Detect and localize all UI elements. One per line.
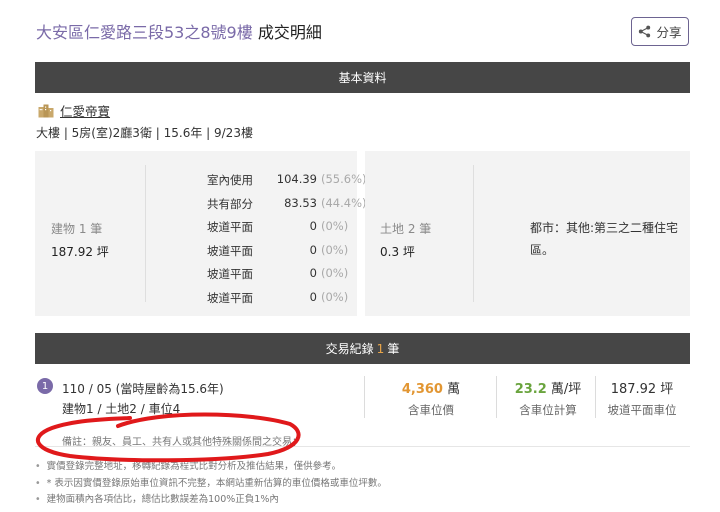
title-suffix: 成交明細: [257, 23, 322, 42]
transactions-header-suffix: 筆: [387, 342, 400, 356]
footnote-item: 實價登錄完整地址，移轉紀錄為程式比對分析及推估結果，僅供參考。: [35, 459, 387, 476]
title-address: 大安區仁愛路三段53之8號9樓: [36, 23, 253, 42]
land-count-label: 土地 2 筆: [380, 222, 432, 236]
area-row-value: 0: [309, 290, 317, 304]
record-date: 110 / 05 (當時屋齡為15.6年): [62, 382, 224, 396]
area-row-percent: (0%): [321, 266, 349, 280]
basic-info-header: 基本資料: [35, 62, 690, 93]
community-name[interactable]: 仁愛帝寶: [60, 101, 110, 120]
transaction-record[interactable]: 1 110 / 05 (當時屋齡為15.6年) 建物1 / 土地2 / 車位4 …: [35, 372, 690, 420]
building-total-area: 187.92 坪: [51, 245, 109, 259]
building-count-label: 建物 1 筆: [51, 222, 103, 236]
area-row-value: 83.53: [284, 196, 317, 210]
area-row-label: 坡道平面: [207, 267, 253, 281]
unit-price-unit: 萬/坪: [550, 382, 582, 397]
unit-price-value: 23.2: [514, 382, 547, 397]
panel-divider: [145, 165, 146, 302]
parking-area-value: 187.92 坪: [610, 382, 674, 397]
area-row-value: 0: [309, 219, 317, 233]
share-label: 分享: [656, 25, 682, 40]
record-total-price: 4,360 萬 含車位價: [381, 378, 481, 418]
footnotes: 實價登錄完整地址，移轉紀錄為程式比對分析及推估結果，僅供參考。 * 表示因實價登…: [35, 459, 387, 509]
share-button[interactable]: 分享: [631, 17, 689, 46]
divider-line: [35, 446, 690, 447]
area-row-percent: (55.6%): [321, 172, 367, 186]
area-row-value: 104.39: [276, 172, 317, 186]
area-row-label: 共有部分: [207, 197, 253, 211]
page-title: 大安區仁愛路三段53之8號9樓 成交明細: [36, 19, 322, 43]
record-divider: [364, 376, 365, 418]
record-unit-price: 23.2 萬/坪 含車位計算: [498, 378, 598, 418]
record-parking-area: 187.92 坪 坡道平面車位: [592, 378, 692, 418]
total-price-unit: 萬: [447, 382, 461, 397]
community-link[interactable]: 仁愛帝寶: [38, 101, 110, 120]
record-index-badge: 1: [37, 378, 53, 394]
unit-price-caption: 含車位計算: [519, 403, 577, 417]
land-total-area: 0.3 坪: [380, 245, 415, 259]
area-row-percent: (0%): [321, 243, 349, 257]
footnote-item: 建物面積內各項估比，總估比數誤差為100%正負1%內: [35, 492, 387, 509]
parking-area-caption: 坡道平面車位: [607, 403, 677, 417]
area-row-label: 坡道平面: [207, 291, 253, 305]
transactions-header: 交易紀錄 1 筆: [35, 333, 690, 364]
area-row-percent: (0%): [321, 219, 349, 233]
record-divider: [496, 376, 497, 418]
area-row-value: 0: [309, 266, 317, 280]
land-zoning: 都市：其他:第三之二種住宅區。: [530, 221, 679, 257]
area-row-percent: (0%): [321, 290, 349, 304]
land-panel: 土地 2 筆 0.3 坪 都市：其他:第三之二種住宅區。: [365, 151, 690, 316]
property-summary: 大樓 | 5房(室)2廳3衛 | 15.6年 | 9/23樓: [36, 126, 253, 140]
share-icon: [639, 25, 651, 38]
building-panel: 建物 1 筆 187.92 坪 室內使用 104.39 (55.6%) 共有部分…: [35, 151, 367, 316]
area-row-label: 坡道平面: [207, 220, 253, 234]
building-icon: [38, 104, 54, 117]
area-row-label: 室內使用: [207, 173, 253, 187]
panel-divider: [473, 165, 474, 302]
total-price-caption: 含車位價: [408, 403, 454, 417]
record-parts: 建物1 / 土地2 / 車位4: [62, 402, 181, 416]
transactions-count: 1: [376, 341, 385, 356]
area-row-label: 坡道平面: [207, 244, 253, 258]
transactions-header-label: 交易紀錄: [325, 342, 374, 356]
total-price-value: 4,360: [401, 382, 443, 397]
area-row-percent: (44.4%): [321, 196, 367, 210]
area-row-value: 0: [309, 243, 317, 257]
footnote-item: * 表示因實價登錄原始車位資訊不完整，本網站重新估算的車位價格或車位坪數。: [35, 476, 387, 493]
